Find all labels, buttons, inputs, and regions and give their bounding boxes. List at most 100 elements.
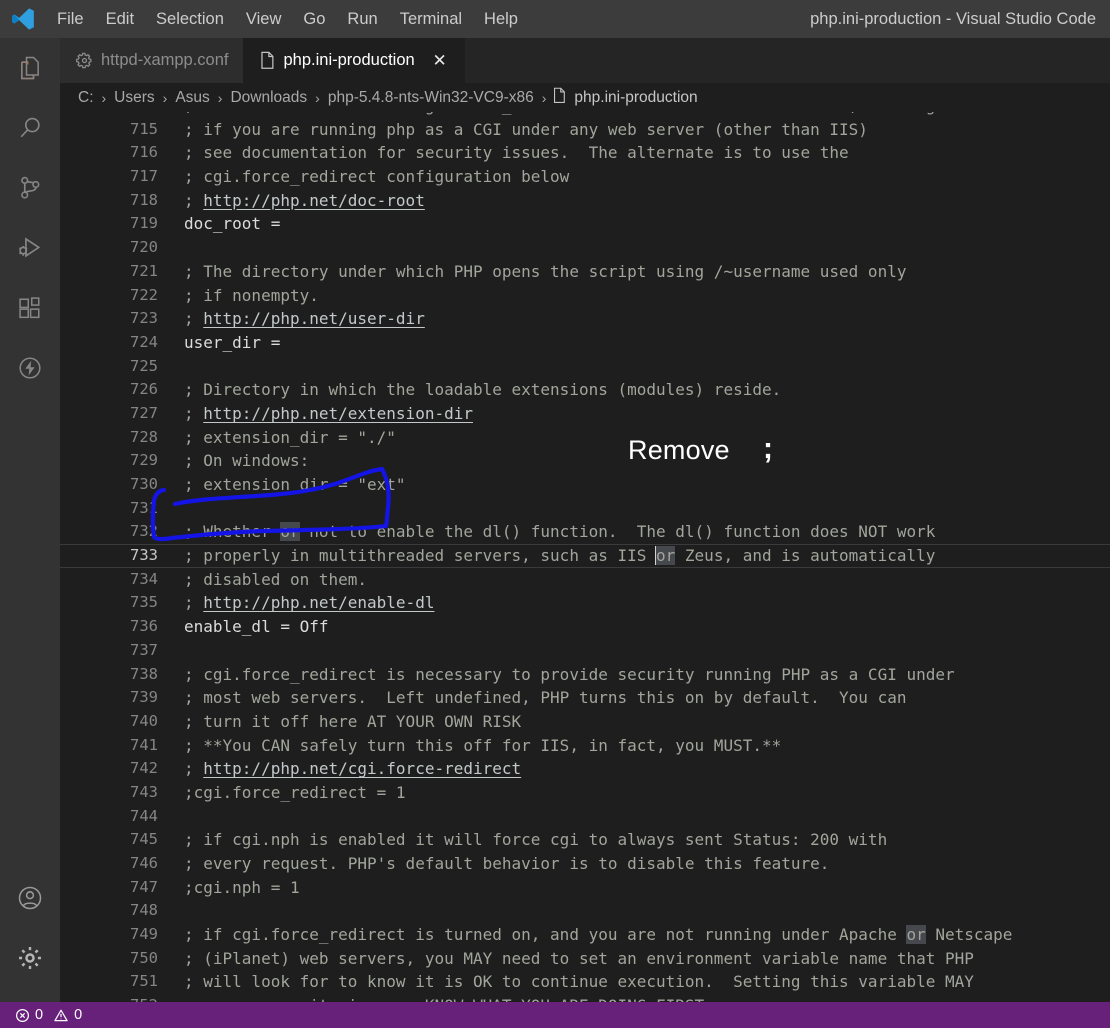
line-text: ; disabled on them. [184, 568, 367, 592]
code-line[interactable]: 736 enable_dl = Off [60, 615, 1110, 639]
activity-item-manage[interactable] [0, 928, 60, 988]
breadcrumb-item-3[interactable]: Downloads [228, 89, 309, 107]
code-line[interactable]: 743 ;cgi.force_redirect = 1 [60, 781, 1110, 805]
problems-status[interactable]: 0 0 [9, 1007, 88, 1023]
code-link[interactable]: http://php.net/doc-root [203, 191, 425, 210]
line-text: ; see documentation for security issues.… [184, 141, 849, 165]
code-line[interactable]: 752; cause security issues, KNOW WHAT YO… [60, 994, 1110, 1002]
vscode-logo-icon [0, 0, 46, 38]
code-line[interactable]: 750 ; (iPlanet) web servers, you MAY need… [60, 947, 1110, 971]
code-line[interactable]: 730 ; extension_dir = "ext" [60, 473, 1110, 497]
code-line[interactable]: 722 ; if nonempty. [60, 284, 1110, 308]
line-number: 738 [130, 664, 158, 683]
code-line[interactable]: 734 ; disabled on them. [60, 568, 1110, 592]
code-span: user_dir = [184, 332, 281, 352]
code-span: ; if nonempty. [184, 285, 319, 305]
code-link[interactable]: http://php.net/enable-dl [203, 593, 434, 612]
close-icon[interactable]: ✕ [429, 50, 451, 72]
menu-file[interactable]: File [46, 6, 95, 32]
code-line[interactable]: 745 ; if cgi.nph is enabled it will force… [60, 828, 1110, 852]
code-line[interactable]: 729 ; On windows: [60, 449, 1110, 473]
menu-run[interactable]: Run [336, 6, 388, 32]
code-line[interactable]: 746 ; every request. PHP's default behavi… [60, 852, 1110, 876]
breadcrumb-item-1[interactable]: Users [112, 89, 156, 107]
code-line[interactable]: 717 ; cgi.force_redirect configuration be… [60, 165, 1110, 189]
code-line[interactable]: 726 ; Directory in which the loadable ext… [60, 378, 1110, 402]
menu-help[interactable]: Help [473, 6, 529, 32]
code-span: ; will look for to know it is OK to cont… [184, 972, 974, 992]
code-line[interactable]: 733 ; properly in multithreaded servers, … [60, 544, 1110, 568]
menu-edit[interactable]: Edit [95, 6, 145, 32]
code-line[interactable]: 724 user_dir = [60, 331, 1110, 355]
code-line[interactable]: 735; http://php.net/enable-dl [60, 591, 1110, 615]
line-number: 752 [60, 994, 184, 1002]
code-line[interactable]: 741 ; **You CAN safely turn this off for … [60, 734, 1110, 758]
activity-item-explorer[interactable] [0, 38, 60, 98]
code-line[interactable]: 720 [60, 236, 1110, 260]
code-span: Zeus, and is automatically [675, 546, 936, 566]
code-line[interactable]: 719 doc_root = [60, 212, 1110, 236]
code-line[interactable]: 732 ; Whether or not to enable the dl() f… [60, 520, 1110, 544]
activity-item-extensions[interactable] [0, 278, 60, 338]
menu-go[interactable]: Go [292, 6, 336, 32]
code-line[interactable]: 715 ; if you are running php as a CGI und… [60, 118, 1110, 142]
code-line[interactable]: 716 ; see documentation for security issu… [60, 141, 1110, 165]
code-link[interactable]: http://php.net/cgi.force-redirect [203, 759, 521, 778]
line-number: 729 [130, 451, 158, 470]
line-text: ; most web servers. Left undefined, PHP … [184, 686, 906, 710]
code-link[interactable]: http://php.net/extension-dir [203, 404, 473, 423]
code-line[interactable]: 739 ; most web servers. Left undefined, P… [60, 686, 1110, 710]
line-text: ;cgi.nph = 1 [184, 876, 300, 900]
title-bar: File Edit Selection View Go Run Terminal… [0, 0, 1110, 38]
activity-item-source-control[interactable] [0, 158, 60, 218]
line-text: user_dir = [184, 331, 280, 355]
code-line[interactable]: 737 [60, 639, 1110, 663]
breadcrumb-item-2[interactable]: Asus [173, 89, 211, 107]
tab-php-ini-production[interactable]: php.ini-production ✕ [242, 38, 465, 83]
menu-view[interactable]: View [235, 6, 292, 32]
code-line[interactable]: 751 ; will look for to know it is OK to c… [60, 970, 1110, 994]
code-span: ; cgi.force_redirect configuration below [184, 167, 570, 187]
code-span: ; extension_dir = "./" [184, 427, 396, 447]
code-span: enable_dl = Off [184, 617, 329, 637]
activity-item-accounts[interactable] [0, 868, 60, 928]
code-line[interactable]: 738 ; cgi.force_redirect is necessary to … [60, 663, 1110, 687]
code-line[interactable]: 747 ;cgi.nph = 1 [60, 876, 1110, 900]
code-span: Netscape [925, 925, 1013, 945]
code-link[interactable]: http://php.net/user-dir [203, 309, 425, 328]
code-line[interactable]: 740 ; turn it off here AT YOUR OWN RISK [60, 710, 1110, 734]
code-line[interactable]: 744 [60, 805, 1110, 829]
line-number: 748 [130, 901, 158, 920]
breadcrumb-item-file[interactable]: php.ini-production [552, 87, 698, 109]
activity-item-search[interactable] [0, 98, 60, 158]
code-line[interactable]: 749 ; if cgi.force_redirect is turned on,… [60, 923, 1110, 947]
workbench-body: httpd-xampp.conf php.ini-production ✕ C: [0, 38, 1110, 1002]
tab-httpd-xampp-conf[interactable]: httpd-xampp.conf [60, 38, 243, 83]
chevron-right-icon: › [162, 89, 168, 106]
code-span: ; [184, 309, 204, 329]
breadcrumb-item-4[interactable]: php-5.4.8-nts-Win32-VC9-x86 [326, 89, 536, 107]
code-line[interactable]: 742; http://php.net/cgi.force-redirect [60, 757, 1110, 781]
activity-item-thunder-client[interactable] [0, 338, 60, 398]
line-text: ; turn it off here AT YOUR OWN RISK [184, 710, 521, 734]
code-span: ; disabled on them. [184, 569, 368, 589]
menu-terminal[interactable]: Terminal [389, 6, 473, 32]
activity-item-run-and-debug[interactable] [0, 218, 60, 278]
code-line[interactable]: 721 ; The directory under which PHP opens… [60, 260, 1110, 284]
code-line[interactable]: 718; http://php.net/doc-root [60, 189, 1110, 213]
line-number: 725 [130, 356, 158, 375]
code-line[interactable]: 727; http://php.net/extension-dir [60, 402, 1110, 426]
code-line[interactable]: 723; http://php.net/user-dir [60, 307, 1110, 331]
code-span: ; On windows: [184, 451, 310, 471]
code-span: or [906, 925, 926, 945]
code-line[interactable]: 725 [60, 355, 1110, 379]
code-line[interactable]: 728 ; extension_dir = "./" [60, 426, 1110, 450]
code-line[interactable]: 748 [60, 899, 1110, 923]
code-line[interactable]: 731 [60, 497, 1110, 521]
menu-selection[interactable]: Selection [145, 6, 235, 32]
line-number: 719 [130, 214, 158, 233]
code-editor[interactable]: 714; this to 1 and use the cgi.force_red… [60, 112, 1110, 1002]
breadcrumb-item-0[interactable]: C: [76, 89, 96, 107]
code-span: doc_root = [184, 214, 281, 234]
chevron-right-icon: › [217, 89, 223, 106]
